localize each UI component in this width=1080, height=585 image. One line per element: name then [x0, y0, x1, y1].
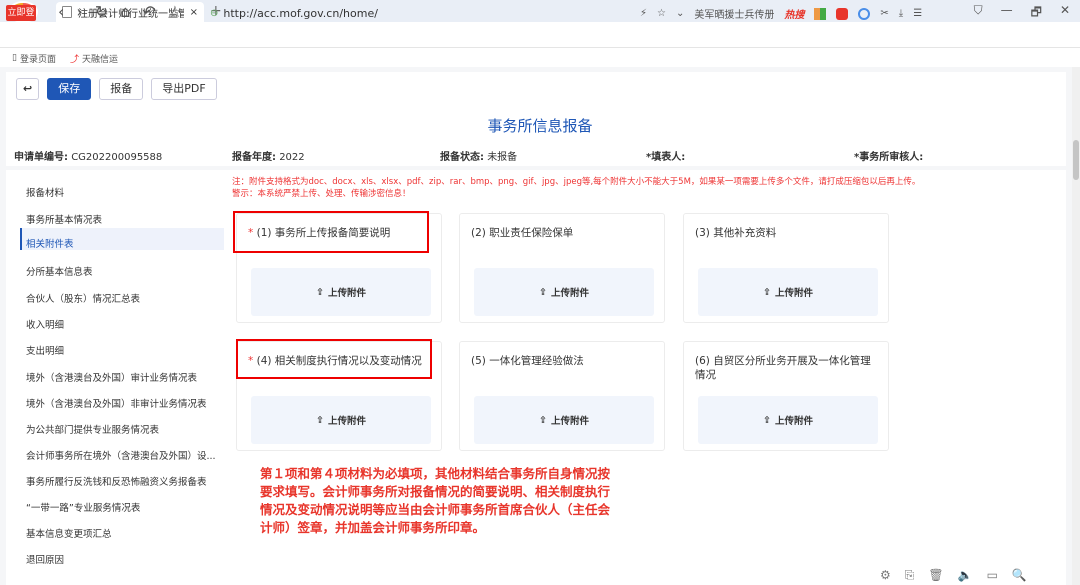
upload-button[interactable]: ⇪ 上传附件: [474, 396, 654, 444]
info-bar: 申请单编号: CG202200095588 报备年度: 2022 报备状态: 未…: [6, 144, 1066, 166]
login-badge[interactable]: 立即登录: [6, 5, 36, 34]
games-icon[interactable]: [836, 7, 849, 20]
form-title: 事务所信息报备: [487, 117, 593, 135]
sidebar-item-partners[interactable]: 合伙人（股东）情况汇总表: [26, 291, 140, 305]
upload-icon: ⇪: [539, 414, 547, 426]
download-icon[interactable]: ⤓: [899, 8, 903, 19]
required-highlight-box: [233, 211, 429, 253]
pin-icon: ⤴: [69, 54, 79, 65]
home-icon[interactable]: ⌂: [120, 2, 130, 21]
upload-button[interactable]: ⇪ 上传附件: [251, 268, 431, 316]
extension-icon[interactable]: [858, 7, 871, 20]
minimize-icon[interactable]: —: [1001, 3, 1013, 24]
upload-icon: ⇪: [763, 414, 771, 426]
speaker-icon[interactable]: 🔈: [958, 568, 973, 583]
sidebar-item-overseas-audit[interactable]: 境外（含港澳台及外国）审计业务情况表: [26, 370, 197, 384]
favorite-icon[interactable]: ☆: [657, 8, 666, 19]
sidebar-item-materials[interactable]: 报备材料: [26, 185, 64, 199]
search-suggestion[interactable]: 美军晒援士兵传册: [694, 6, 774, 21]
instruction-annotation: 第１项和第４项材料为必填项，其他材料结合事务所自身情况按要求填写。会计师事务所对…: [260, 466, 611, 535]
sidebar-item-overseas-offices[interactable]: 会计师事务所在境外（含港澳台及外国）设...: [26, 448, 216, 462]
forward-icon[interactable]: ›: [76, 2, 82, 21]
export-pdf-button[interactable]: 导出PDF: [151, 78, 217, 100]
reload-icon[interactable]: ↻: [95, 2, 108, 21]
upload-button[interactable]: ⇪ 上传附件: [698, 268, 878, 316]
attachment-card: (6) 自贸区分所业务开展及一体化管理情况 ⇪ 上传附件: [683, 341, 889, 451]
maximize-icon[interactable]: 🗗: [1031, 3, 1042, 24]
sidebar-item-overseas-nonaudit[interactable]: 境外（含港澳台及外国）非审计业务情况表: [26, 396, 207, 410]
filler-field[interactable]: *填表人:: [646, 148, 685, 163]
copy-icon[interactable]: ⎘: [905, 568, 915, 583]
required-highlight-box: [236, 339, 432, 379]
card-title: (5) 一体化管理经验做法: [471, 355, 584, 367]
address-bar[interactable]: ⊖ http://acc.mof.gov.cn/home/: [210, 5, 550, 21]
back-button[interactable]: ↩: [16, 78, 40, 100]
upload-button[interactable]: ⇪ 上传附件: [251, 396, 431, 444]
sidebar-item-attachments[interactable]: 相关附件表: [26, 236, 74, 250]
close-window-icon[interactable]: ✕: [1060, 3, 1070, 24]
scissors-icon[interactable]: ✂: [880, 8, 888, 19]
sidebar-item-aml[interactable]: 事务所履行反洗钱和反恐怖融资义务报备表: [26, 474, 207, 488]
menu-icon[interactable]: ☰: [913, 8, 922, 19]
card-title: (6) 自贸区分所业务开展及一体化管理情况: [695, 355, 871, 381]
apps-icon[interactable]: [814, 7, 827, 20]
upload-button[interactable]: ⇪ 上传附件: [474, 268, 654, 316]
save-button[interactable]: 保存: [47, 78, 92, 100]
upload-icon: ⇪: [539, 286, 547, 298]
settings-icon[interactable]: ⚙: [880, 568, 891, 583]
browser-nav-bar: [0, 22, 1080, 48]
back-icon[interactable]: ‹: [58, 2, 64, 21]
sidebar-item-basic-info[interactable]: 事务所基本情况表: [26, 212, 102, 226]
status-field: 报备状态: 未报备: [440, 151, 518, 163]
upload-icon: ⇪: [763, 286, 771, 298]
bookmark-item[interactable]: ⤴ 天融信运: [70, 52, 118, 65]
upload-icon: ⇪: [316, 286, 324, 298]
nav-right-area: ⚡ ☆ ⌄ 美军晒援士兵传册 热搜 ✂ ⤓ ☰: [640, 6, 922, 21]
attachment-card: (5) 一体化管理经验做法 ⇪ 上传附件: [459, 341, 665, 451]
url-text[interactable]: http://acc.mof.gov.cn/home/: [223, 7, 378, 20]
sidebar-item-return-reason[interactable]: 退回原因: [26, 552, 64, 566]
window-icon[interactable]: ▭: [987, 568, 998, 583]
upload-button[interactable]: ⇪ 上传附件: [698, 396, 878, 444]
attachment-notes: 注：附件支持格式为doc、docx、xls、xlsx、pdf、zip、rar、b…: [232, 176, 920, 200]
card-title: (2) 职业责任保险保单: [471, 227, 574, 239]
scrollbar-thumb[interactable]: [1073, 140, 1079, 180]
year-field: 报备年度: 2022: [232, 151, 305, 163]
app-no-field: 申请单编号: CG202200095588: [14, 151, 163, 163]
security-warning: 警示：本系统严禁上传、处理、传输涉密信息！: [232, 189, 411, 199]
sidebar-item-branch-info[interactable]: 分所基本信息表: [26, 264, 93, 278]
star-icon[interactable]: ☆: [168, 2, 182, 21]
report-button[interactable]: 报备: [99, 78, 144, 100]
nav-buttons: ‹ › ↻ ⌂ ↶ ☆: [58, 2, 182, 21]
lightning-icon[interactable]: ⚡: [640, 8, 647, 19]
attachment-card: (2) 职业责任保险保单 ⇪ 上传附件: [459, 213, 665, 323]
browser-status-bar: ⚙ ⎘ 🗑 🔈 ▭ 🔍: [880, 568, 1027, 583]
bookmarks-bar: ▯ 登录页面 ⤴ 天融信运: [0, 49, 1080, 67]
sidebar-item-belt-road[interactable]: “一带一路”专业服务情况表: [26, 500, 140, 514]
form-toolbar: ↩ 保存 报备 导出PDF: [6, 72, 1066, 106]
security-icon: ⊖: [210, 7, 219, 19]
attachment-card: (3) 其他补充资料 ⇪ 上传附件: [683, 213, 889, 323]
zoom-icon[interactable]: 🔍: [1012, 568, 1027, 583]
sidebar-item-change-summary[interactable]: 基本信息变更项汇总: [26, 526, 112, 540]
window-controls: ⛉ — 🗗 ✕: [974, 3, 1070, 24]
skin-icon[interactable]: ⛉: [974, 3, 983, 24]
trash-icon[interactable]: 🗑: [928, 568, 943, 583]
card-title: (3) 其他补充资料: [695, 227, 777, 239]
hot-search-label[interactable]: 热搜: [784, 6, 804, 21]
sidebar-item-income[interactable]: 收入明细: [26, 317, 64, 331]
upload-icon: ⇪: [316, 414, 324, 426]
sidebar-item-expense[interactable]: 支出明细: [26, 343, 64, 357]
page-icon: ▯: [12, 53, 17, 63]
bookmark-item[interactable]: ▯ 登录页面: [12, 52, 56, 65]
undo-icon[interactable]: ↶: [142, 2, 155, 21]
format-note: 注：附件支持格式为doc、docx、xls、xlsx、pdf、zip、rar、b…: [232, 177, 921, 187]
chevron-down-icon[interactable]: ⌄: [676, 8, 684, 19]
sidebar-item-public-services[interactable]: 为公共部门提供专业服务情况表: [26, 422, 159, 436]
tab-close-icon[interactable]: ×: [190, 7, 198, 18]
reviewer-field[interactable]: *事务所审核人:: [854, 148, 923, 163]
